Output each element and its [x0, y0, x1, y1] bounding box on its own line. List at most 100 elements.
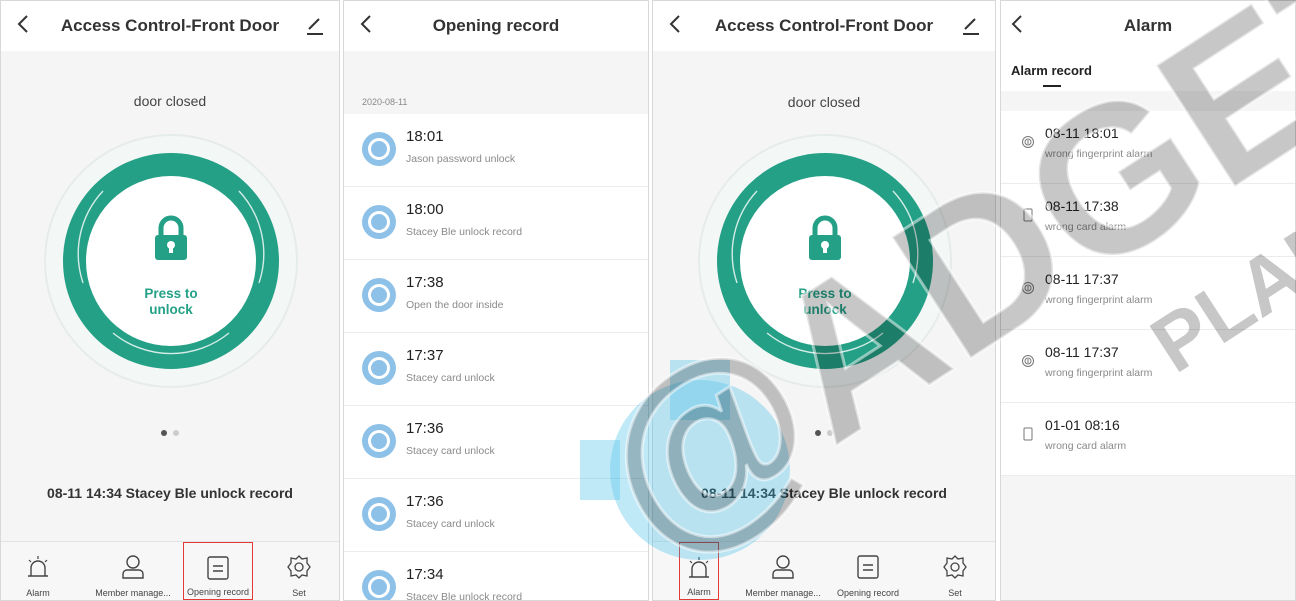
- edit-icon[interactable]: [303, 13, 327, 37]
- door-status: door closed: [787, 94, 861, 110]
- avatar: [362, 278, 396, 312]
- tab-opening-record[interactable]: Opening record: [833, 542, 903, 600]
- unlock-ring[interactable]: Press to unlock: [697, 133, 953, 394]
- alarm-list: 08-11 18:01 wrong fingerprint alarm 08-1…: [1001, 111, 1295, 476]
- list-item[interactable]: 18:00 Stacey Ble unlock record: [344, 187, 648, 260]
- back-icon[interactable]: [663, 12, 687, 36]
- header: Access Control-Front Door: [653, 1, 995, 51]
- page-title: Opening record: [432, 16, 560, 35]
- fingerprint-icon: [1021, 354, 1035, 368]
- record-list-icon: [205, 555, 231, 581]
- avatar: [362, 424, 396, 458]
- list-item[interactable]: 17:37 Stacey card unlock: [344, 333, 648, 406]
- record-time: 17:34: [406, 566, 444, 583]
- alarm-siren-icon: [25, 554, 51, 580]
- press-to-unlock-label: Press to unlock: [798, 286, 852, 317]
- alarm-siren-icon: [686, 555, 712, 581]
- header: Alarm: [1001, 1, 1295, 51]
- fingerprint-icon: [1021, 135, 1035, 149]
- record-list: 18:01 Jason password unlock 18:00 Stacey…: [344, 114, 648, 601]
- gear-icon: [286, 554, 312, 580]
- avatar: [362, 497, 396, 531]
- tab-label: Alarm record: [1011, 63, 1092, 78]
- list-item[interactable]: 18:01 Jason password unlock: [344, 114, 648, 187]
- list-item[interactable]: 01-01 08:16 wrong card alarm: [1001, 403, 1295, 476]
- tab-bar: Alarm Member manage... Opening record Se…: [1, 541, 339, 600]
- record-desc: Stacey card unlock: [406, 518, 495, 530]
- alarm-time: 08-11 18:01: [1045, 125, 1119, 141]
- list-item[interactable]: 08-11 17:38 wrong card alarm: [1001, 184, 1295, 257]
- page-title: Access Control-Front Door: [714, 16, 934, 35]
- card-icon: [1021, 427, 1035, 441]
- tab-opening-record[interactable]: Opening record: [183, 542, 253, 600]
- alarm-desc: wrong fingerprint alarm: [1045, 294, 1153, 306]
- alarm-record-tab[interactable]: Alarm record: [1001, 51, 1295, 91]
- fingerprint-icon: [1021, 281, 1035, 295]
- record-desc: Stacey Ble unlock record: [406, 226, 523, 238]
- access-control-panel-right: Access Control-Front Door door closed Pr…: [652, 0, 996, 601]
- record-desc: Stacey card unlock: [406, 372, 495, 384]
- record-desc: Open the door inside: [406, 299, 504, 311]
- tab-member-manage[interactable]: Member manage...: [91, 542, 175, 600]
- tab-alarm[interactable]: Alarm: [13, 542, 63, 600]
- avatar: [362, 570, 396, 600]
- edit-icon[interactable]: [959, 13, 983, 37]
- record-desc: Stacey Ble unlock record: [406, 591, 523, 601]
- avatar: [362, 205, 396, 239]
- tab-underline: [1043, 85, 1061, 87]
- record-desc: Stacey card unlock: [406, 445, 495, 457]
- back-icon[interactable]: [11, 12, 35, 36]
- tab-member-manage[interactable]: Member manage...: [741, 542, 825, 600]
- page-title: Access Control-Front Door: [60, 16, 280, 35]
- header: Access Control-Front Door: [1, 1, 339, 51]
- person-icon: [120, 554, 146, 580]
- record-time: 17:37: [406, 347, 444, 364]
- list-item[interactable]: 08-11 17:37 wrong fingerprint alarm: [1001, 330, 1295, 403]
- person-icon: [770, 554, 796, 580]
- list-item[interactable]: 08-11 18:01 wrong fingerprint alarm: [1001, 111, 1295, 184]
- lock-icon: [805, 215, 845, 266]
- page-title: Alarm: [1123, 16, 1173, 35]
- back-icon[interactable]: [354, 12, 378, 36]
- list-item[interactable]: 08-11 17:37 wrong fingerprint alarm: [1001, 257, 1295, 330]
- alarm-time: 08-11 17:37: [1045, 271, 1119, 287]
- record-time: 17:36: [406, 420, 444, 437]
- list-item[interactable]: 17:36 Stacey card unlock: [344, 479, 648, 552]
- tab-set[interactable]: Set: [933, 542, 977, 600]
- press-to-unlock-label: Press to unlock: [144, 286, 198, 317]
- last-record: 08-11 14:34 Stacey Ble unlock record: [701, 485, 947, 501]
- date-label: 2020-08-11: [362, 97, 408, 107]
- record-desc: Jason password unlock: [406, 153, 516, 165]
- alarm-desc: wrong card alarm: [1045, 221, 1127, 233]
- list-item[interactable]: 17:36 Stacey card unlock: [344, 406, 648, 479]
- record-time: 18:01: [406, 128, 444, 145]
- alarm-time: 08-11 17:38: [1045, 198, 1119, 214]
- record-list-icon: [855, 554, 881, 580]
- unlock-ring[interactable]: Press to unlock: [43, 133, 299, 394]
- page-indicator: [1, 423, 339, 441]
- lock-icon: [151, 215, 191, 266]
- record-time: 18:00: [406, 201, 444, 218]
- tab-alarm[interactable]: Alarm: [679, 542, 719, 600]
- alarm-desc: wrong fingerprint alarm: [1045, 148, 1153, 160]
- alarm-desc: wrong card alarm: [1045, 440, 1127, 452]
- header: Opening record: [344, 1, 648, 51]
- page-indicator: [653, 423, 995, 441]
- alarm-panel: Alarm Alarm record 08-11 18:01 wrong fin…: [1000, 0, 1296, 601]
- back-icon[interactable]: [1005, 12, 1029, 36]
- avatar: [362, 132, 396, 166]
- access-control-panel-left: Access Control-Front Door door closed Pr…: [0, 0, 340, 601]
- alarm-time: 01-01 08:16: [1045, 417, 1120, 433]
- opening-record-panel: Opening record 2020-08-11 18:01 Jason pa…: [343, 0, 649, 601]
- list-item[interactable]: 17:34 Stacey Ble unlock record: [344, 552, 648, 601]
- tab-bar: Alarm Member manage... Opening record Se…: [653, 541, 995, 600]
- door-status: door closed: [133, 93, 207, 109]
- alarm-time: 08-11 17:37: [1045, 344, 1119, 360]
- last-record: 08-11 14:34 Stacey Ble unlock record: [47, 485, 293, 501]
- avatar: [362, 351, 396, 385]
- record-time: 17:36: [406, 493, 444, 510]
- list-item[interactable]: 17:38 Open the door inside: [344, 260, 648, 333]
- card-icon: [1021, 208, 1035, 222]
- alarm-desc: wrong fingerprint alarm: [1045, 367, 1153, 379]
- tab-set[interactable]: Set: [277, 542, 321, 600]
